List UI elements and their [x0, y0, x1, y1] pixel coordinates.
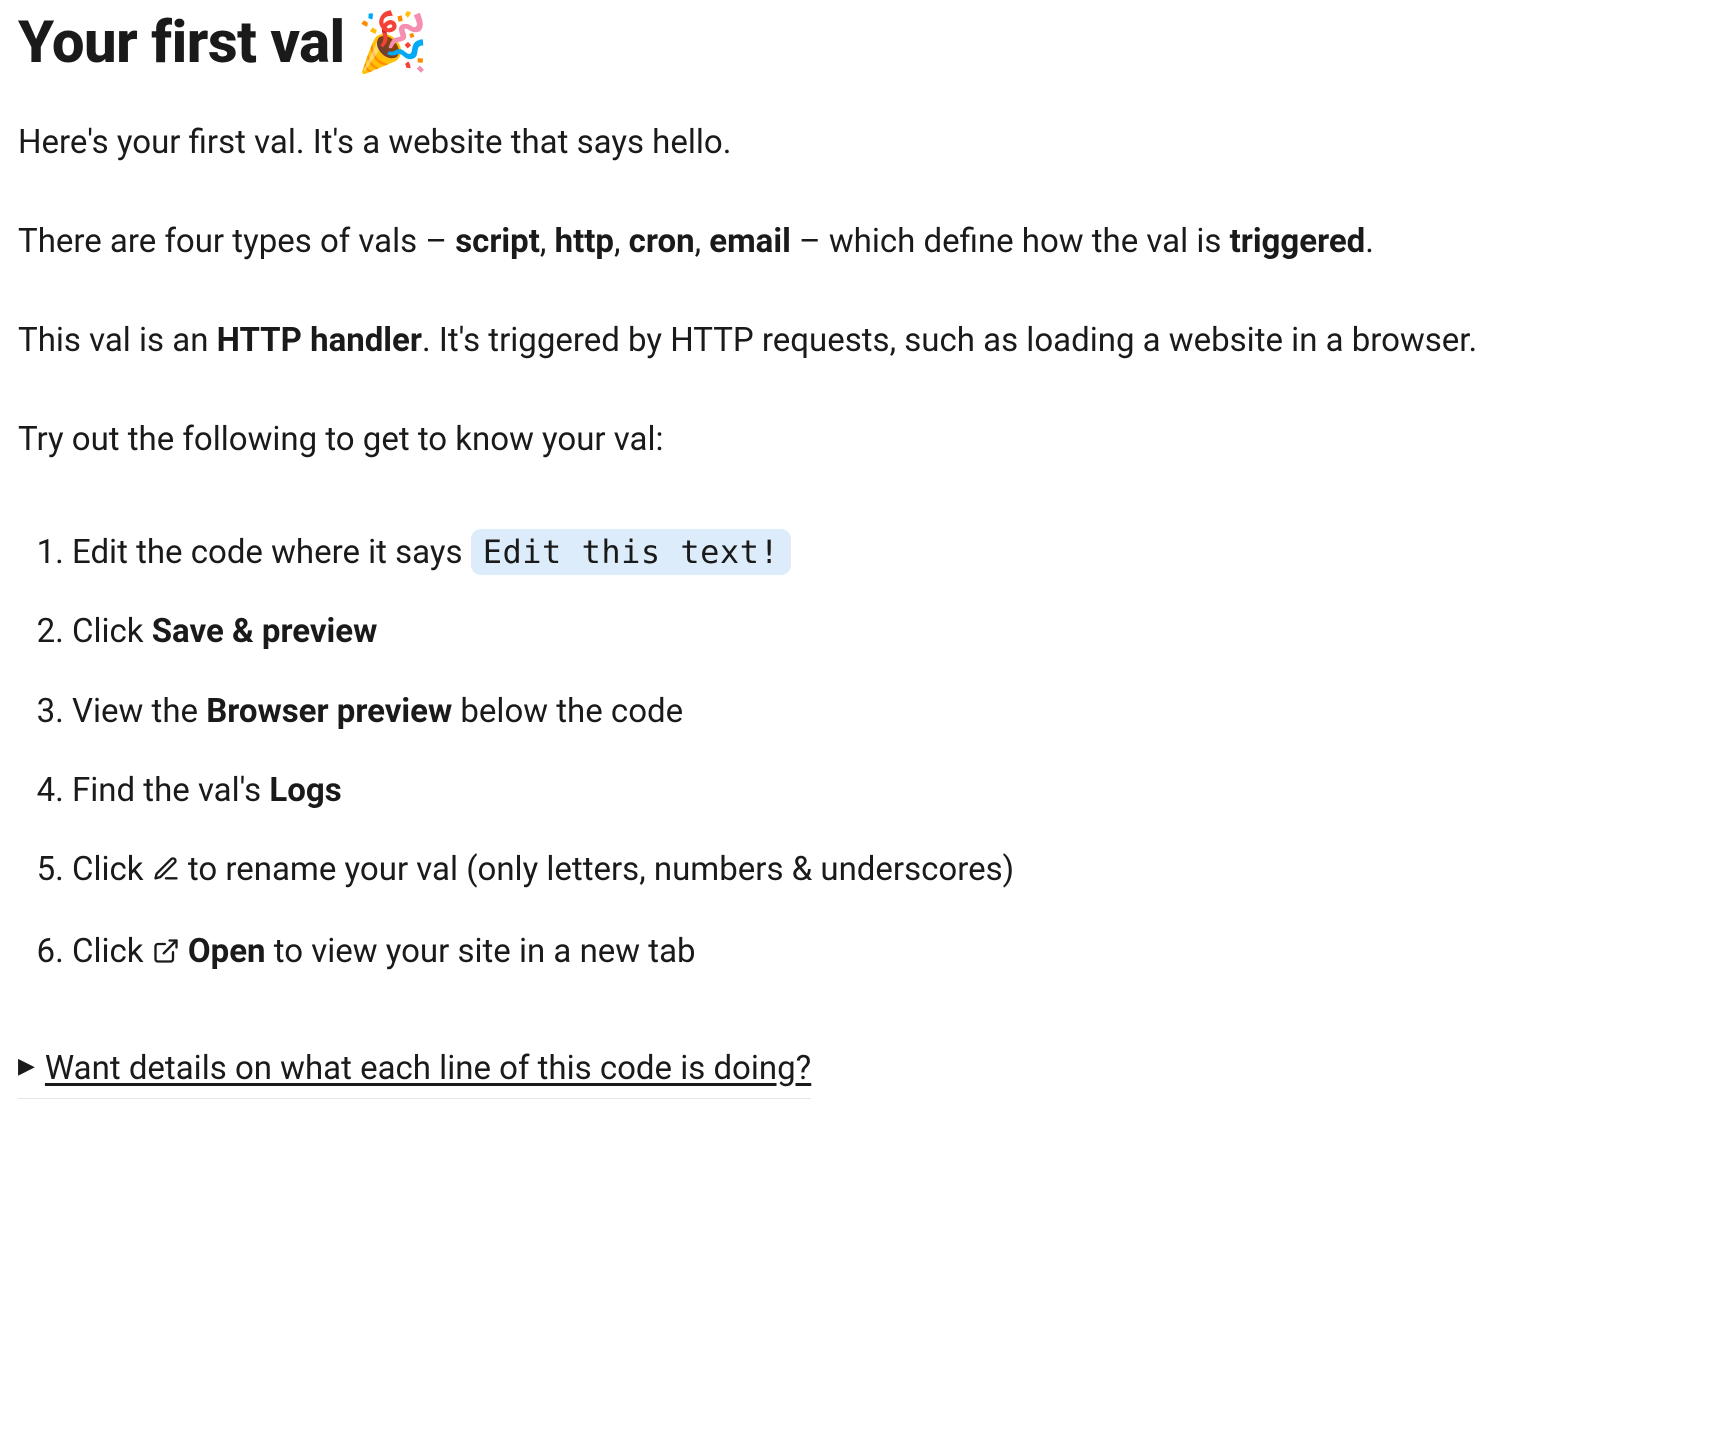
summary-text: Want details on what each line of this c…: [45, 1043, 811, 1094]
disclosure-triangle-icon: ▶: [18, 1056, 35, 1078]
tryout-paragraph: Try out the following to get to know you…: [18, 414, 1704, 465]
http-handler: HTTP handler: [217, 321, 422, 360]
text: Click: [72, 932, 152, 971]
type-email: email: [709, 222, 791, 261]
text: Click: [72, 850, 152, 889]
text: . It's triggered by HTTP requests, such …: [422, 321, 1477, 360]
triggered: triggered: [1230, 222, 1366, 261]
details-disclosure[interactable]: ▶ Want details on what each line of this…: [18, 1043, 811, 1099]
text: below the code: [452, 692, 683, 731]
text: Find the val's: [72, 771, 269, 810]
text: to rename your val (only letters, number…: [180, 850, 1014, 889]
text: ,: [614, 222, 629, 261]
text: ,: [540, 222, 555, 261]
code-pill: Edit this text!: [471, 529, 791, 575]
step-4: Find the val's Logs: [72, 751, 1704, 830]
page-title: Your first val 🎉: [18, 10, 1704, 77]
step-2: Click Save & preview: [72, 592, 1704, 671]
http-paragraph: This val is an HTTP handler. It's trigge…: [18, 315, 1704, 366]
save-preview: Save & preview: [152, 612, 378, 651]
text: Edit the code where it says: [72, 533, 471, 572]
text: This val is an: [18, 321, 217, 360]
document-body: Your first val 🎉 Here's your first val. …: [0, 0, 1722, 1123]
text: There are four types of vals –: [18, 222, 455, 261]
details-summary[interactable]: ▶ Want details on what each line of this…: [18, 1043, 811, 1094]
text: View the: [72, 692, 206, 731]
step-6: Click Open to view your site in a new ta…: [72, 912, 1704, 994]
text: ,: [695, 222, 710, 261]
external-link-icon: [152, 929, 180, 980]
step-5: Click to rename your val (only letters, …: [72, 830, 1704, 912]
browser-preview: Browser preview: [206, 692, 452, 731]
step-1: Edit the code where it says Edit this te…: [72, 513, 1704, 592]
step-3: View the Browser preview below the code: [72, 672, 1704, 751]
text: – which define how the val is: [791, 222, 1230, 261]
text: .: [1365, 222, 1374, 261]
types-paragraph: There are four types of vals – script, h…: [18, 216, 1704, 267]
edit-icon: [152, 847, 180, 898]
type-http: http: [555, 222, 614, 261]
text: Click: [72, 612, 152, 651]
title-text: Your first val: [18, 10, 345, 77]
intro-paragraph: Here's your first val. It's a website th…: [18, 117, 1704, 168]
open-label: Open: [188, 932, 266, 971]
text: to view your site in a new tab: [266, 932, 696, 971]
type-cron: cron: [629, 222, 695, 261]
logs: Logs: [269, 771, 341, 810]
party-popper-icon: 🎉: [357, 10, 429, 77]
type-script: script: [455, 222, 540, 261]
steps-list: Edit the code where it says Edit this te…: [18, 513, 1704, 994]
